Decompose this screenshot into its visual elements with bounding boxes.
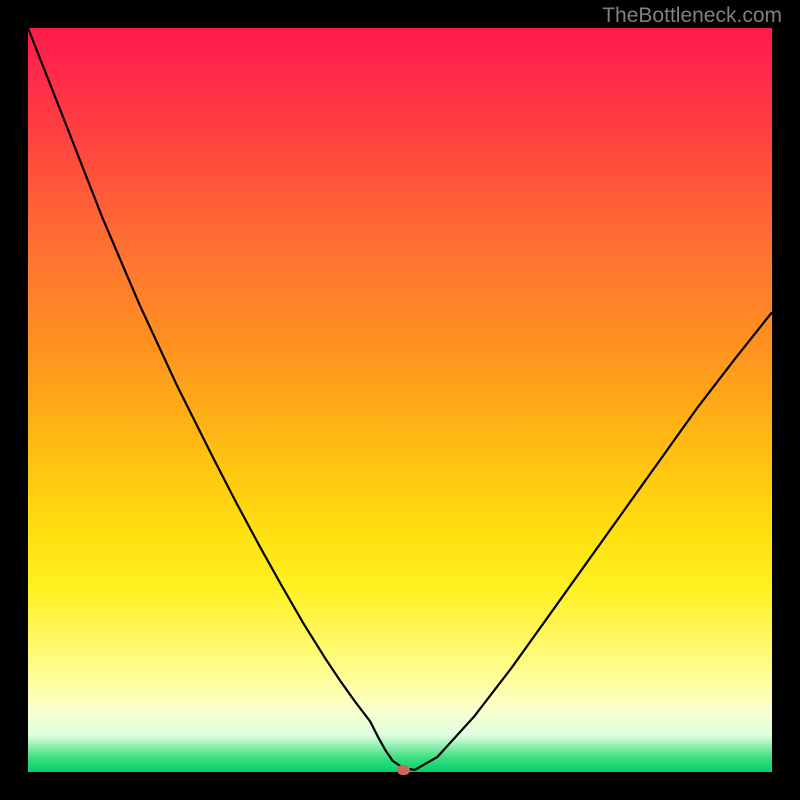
bottleneck-curve [28,28,772,772]
optimal-point-marker [397,765,410,775]
watermark-text: TheBottleneck.com [602,4,782,28]
plot-area [28,28,772,772]
chart-container: TheBottleneck.com [0,0,800,800]
